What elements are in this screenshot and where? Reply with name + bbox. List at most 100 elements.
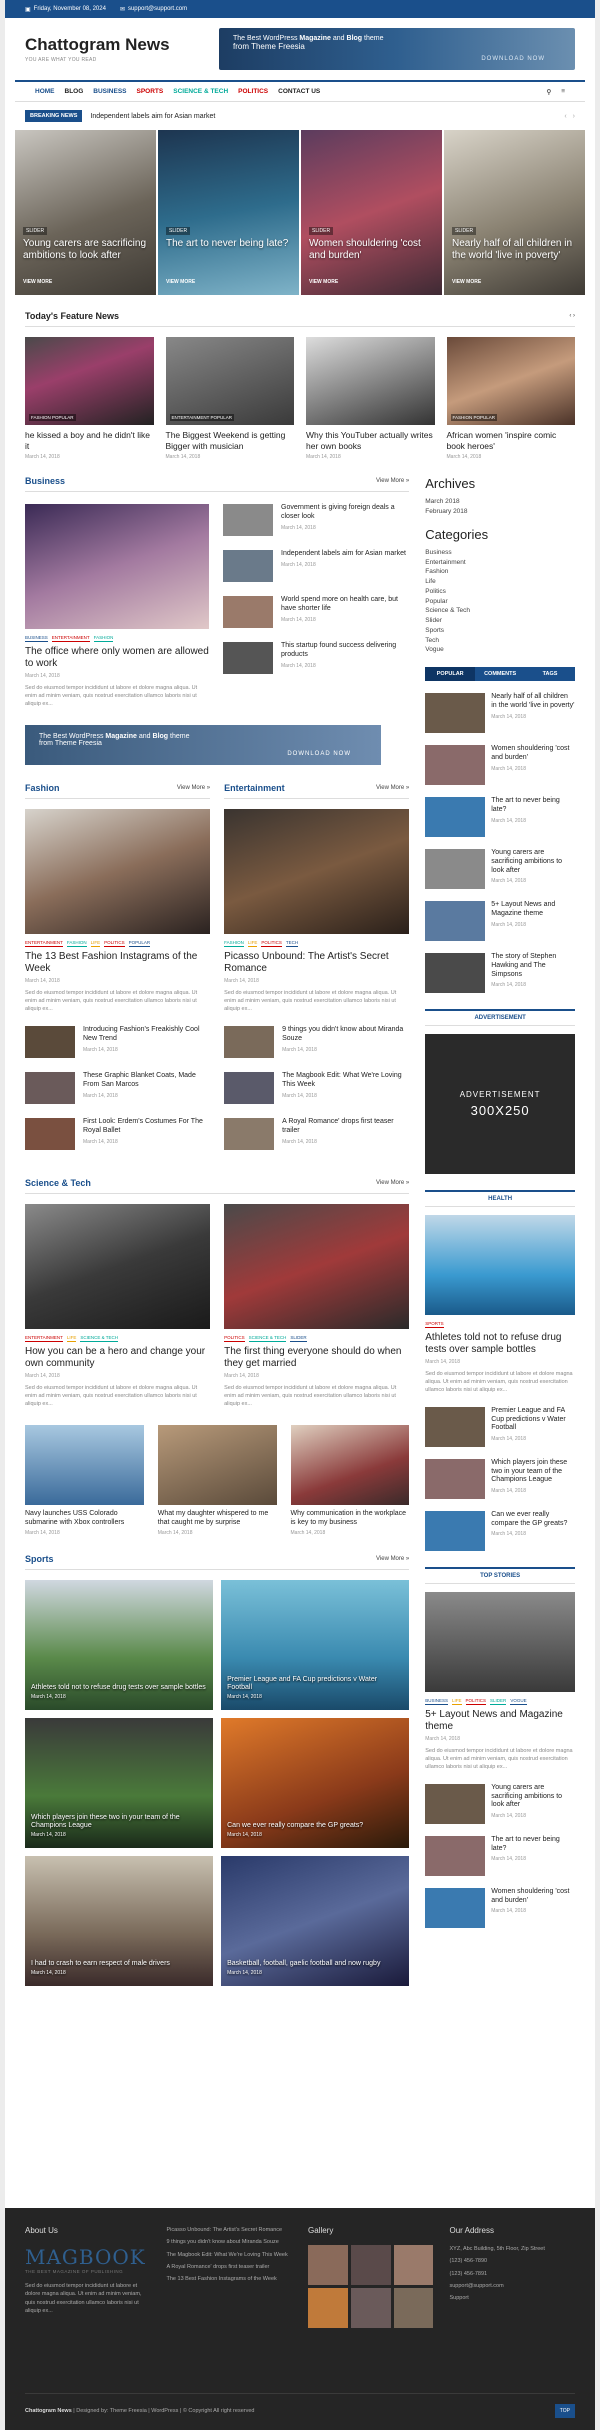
tag-link[interactable]: SCIENCE & TECH [248,1335,287,1343]
feature-item[interactable]: Why this YouTuber actually writes her ow… [306,337,435,460]
thumb-image[interactable] [425,1510,486,1551]
list-item[interactable]: Can we ever really compare the GP greats… [425,1510,575,1551]
section-title[interactable]: Fashion [25,783,60,793]
category-link[interactable]: Business [425,548,575,558]
address-line[interactable]: (123) 456-7891 [450,2270,576,2278]
slide-title[interactable]: Nearly half of all children in the world… [452,238,577,261]
feature-title[interactable]: African women 'inspire comic book heroes… [447,430,576,451]
category-link[interactable]: Popular [425,597,575,607]
thumb-image[interactable] [25,1072,75,1105]
list-title[interactable]: The Magbook Edit: What We're Loving This… [282,1072,409,1090]
section-title[interactable]: Entertainment [224,783,285,793]
post-title[interactable]: How you can be a hero and change your ow… [25,1346,210,1370]
category-link[interactable]: Tech [425,636,575,646]
tag-link[interactable]: POLITICS [224,1335,245,1343]
feature-title[interactable]: he kissed a boy and he didn't like it [25,430,154,451]
view-more-link[interactable]: VIEW MORE [166,279,195,285]
footer-post-link[interactable]: A Royal Romance' drops first teaser trai… [167,2263,293,2271]
footer-post-link[interactable]: The 13 Best Fashion Instagrams of the We… [167,2275,293,2283]
feature-image[interactable]: ENTERTAINMENT POPULAR [165,337,294,425]
post-title[interactable]: Picasso Unbound: The Artist's Secret Rom… [224,951,409,975]
health-image[interactable] [425,1215,575,1315]
list-item[interactable]: A Royal Romance' drops first teaser trai… [224,1118,409,1151]
nav-item[interactable]: HOME [35,88,55,95]
list-item[interactable]: Independent labels aim for Asian market M… [223,550,409,583]
list-title[interactable]: Government is giving foreign deals a clo… [281,504,409,522]
thumb-image[interactable] [224,1026,275,1059]
feature-tag[interactable]: ENTERTAINMENT POPULAR [169,414,235,421]
footer-logo[interactable]: MAGBOOK [25,2245,151,2269]
category-link[interactable]: Science & Tech [425,606,575,616]
address-line[interactable]: support@support.com [450,2282,576,2290]
list-item[interactable]: Government is giving foreign deals a clo… [223,504,409,537]
sport-card[interactable]: Can we ever really compare the GP greats… [221,1718,410,1849]
list-item[interactable]: These Graphic Blanket Coats, Made From S… [25,1072,210,1105]
content-banner[interactable]: The Best WordPress Magazine and Blog the… [25,725,381,766]
nav-item[interactable]: POLITICS [238,88,268,95]
footer-post-link[interactable]: 9 things you didn't know about Miranda S… [167,2238,293,2246]
section-title[interactable]: Business [25,476,65,486]
chevron-left-icon[interactable]: ‹ [569,313,571,319]
thumb-image[interactable] [425,1458,486,1499]
list-item[interactable]: Premier League and FA Cup predictions v … [425,1406,575,1447]
science-small-item[interactable]: What my daughter whispered to me that ca… [157,1424,277,1536]
list-title[interactable]: The art to never being late? [491,797,575,815]
thumb-image[interactable] [425,953,486,993]
list-title[interactable]: This startup found success delivering pr… [281,642,409,660]
breaking-text[interactable]: Independent labels aim for Asian market [90,113,215,120]
view-more-link[interactable]: View More » [376,478,409,484]
view-more-link[interactable]: View More » [376,1556,409,1562]
tag-link[interactable]: TECH [285,940,299,948]
nav-item[interactable]: CONTACT US [278,88,320,95]
slide[interactable]: SLIDER The art to never being late? VIEW M… [158,130,299,295]
view-more-link[interactable]: VIEW MORE [23,279,52,285]
tag-link[interactable]: FASHION [93,635,114,643]
thumb-image[interactable] [425,1406,486,1447]
gallery-image[interactable] [393,2288,434,2328]
ad-box[interactable]: ADVERTISEMENT 300X250 [425,1034,575,1174]
list-title[interactable]: Young carers are sacrificing ambitions t… [491,1784,575,1810]
email-text[interactable]: ✉ support@support.com [120,6,187,13]
list-item[interactable]: Young carers are sacrificing ambitions t… [425,849,575,889]
feature-image[interactable]: FASHION POPULAR [446,337,575,425]
thumb-image[interactable] [425,745,486,785]
list-title[interactable]: These Graphic Blanket Coats, Made From S… [83,1072,210,1090]
sport-title[interactable]: Can we ever really compare the GP greats… [227,1822,403,1830]
list-item[interactable]: Introducing Fashion's Freakishly Cool Ne… [25,1026,210,1059]
nav-item[interactable]: BUSINESS [93,88,126,95]
thumb-image[interactable] [223,596,273,629]
view-more-link[interactable]: VIEW MORE [309,279,338,285]
list-item[interactable]: 5+ Layout News and Magazine theme March 1… [425,901,575,941]
chevron-left-icon[interactable]: ‹ [564,113,566,120]
feature-item[interactable]: ENTERTAINMENT POPULAR The Biggest Weekend… [165,337,294,460]
sport-title[interactable]: Athletes told not to refuse drug tests o… [31,1684,207,1692]
slide-title[interactable]: Women shouldering 'cost and burden' [309,238,434,261]
tag-link[interactable]: LIFE [66,1335,77,1343]
list-title[interactable]: A Royal Romance' drops first teaser trai… [282,1118,409,1136]
tag-link[interactable]: LIFE [452,1698,462,1705]
list-title[interactable]: World spend more on health care, but hav… [281,596,409,614]
thumb-image[interactable] [223,504,273,537]
list-item[interactable]: The art to never being late? March 14, 20… [425,797,575,837]
list-title[interactable]: Women shouldering 'cost and burden' [491,1888,575,1906]
list-item[interactable]: Women shouldering 'cost and burden' March… [425,745,575,785]
category-link[interactable]: Slider [425,616,575,626]
tag-link[interactable]: VOGUE [510,1698,527,1705]
feature-image[interactable]: FASHION POPULAR [25,337,154,425]
list-item[interactable]: First Look: Erdem's Costumes For The Roy… [25,1118,210,1151]
list-title[interactable]: Independent labels aim for Asian market [281,550,406,559]
top-story-image[interactable] [425,1591,575,1692]
list-title[interactable]: Can we ever really compare the GP greats… [491,1511,575,1529]
copyright-site[interactable]: Chattogram News [25,2408,72,2414]
chevron-right-icon[interactable]: › [573,313,575,319]
category-link[interactable]: Fashion [425,567,575,577]
list-title[interactable]: Introducing Fashion's Freakishly Cool Ne… [83,1026,210,1044]
thumb-image[interactable] [425,693,486,733]
view-more-link[interactable]: View More » [376,1180,409,1186]
sport-card[interactable]: Premier League and FA Cup predictions v … [221,1580,410,1711]
tab-tags[interactable]: TAGS [525,667,575,681]
list-title[interactable]: The story of Stephen Hawking and The Sim… [491,953,575,979]
chevron-right-icon[interactable]: › [573,113,575,120]
gallery-image[interactable] [350,2245,391,2285]
entertainment-image[interactable] [224,809,410,935]
